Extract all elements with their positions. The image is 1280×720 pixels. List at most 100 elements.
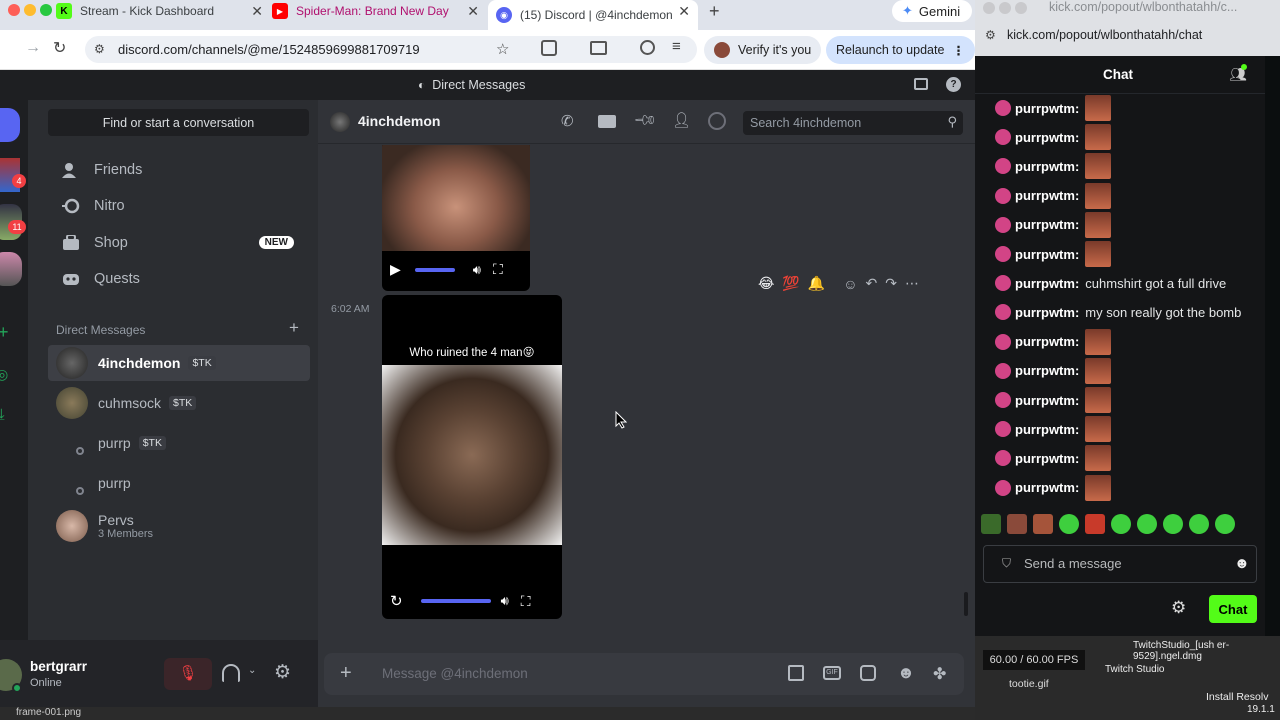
chat-username[interactable]: purrpwtm: (1015, 363, 1079, 378)
video-progress-bar[interactable] (420, 599, 491, 603)
desktop-file[interactable]: tootie.gif (1009, 678, 1049, 690)
attach-plus-icon[interactable]: + (340, 662, 352, 685)
verify-identity-chip[interactable]: Verify it's you (704, 36, 822, 64)
channel-name[interactable]: 4inchdemon (358, 113, 440, 129)
emote-button[interactable] (1007, 514, 1027, 534)
emoji-picker-icon[interactable]: ☻ (1234, 555, 1250, 572)
apps-icon[interactable]: ✤ (933, 664, 946, 684)
replay-icon[interactable]: ↻ (390, 592, 403, 610)
close-tab-icon[interactable]: ✕ (251, 3, 263, 20)
site-info-icon[interactable]: ⚙ (985, 28, 996, 42)
pinned-messages-icon[interactable]: 📌︎ (632, 107, 658, 133)
tab-spiderman[interactable]: ▶ Spider-Man: Brand New Day ✕ (272, 0, 487, 22)
close-window-button[interactable] (8, 4, 20, 16)
gemini-button[interactable]: ✦ Gemini (892, 0, 972, 22)
find-conversation-button[interactable]: Find or start a conversation (48, 109, 309, 136)
inbox-icon[interactable] (914, 78, 928, 90)
server-icon[interactable] (0, 252, 22, 286)
chat-username[interactable]: purrpwtm: (1015, 130, 1079, 145)
dm-item-purrp-2[interactable]: purrp (48, 465, 310, 501)
new-tab-button[interactable]: + (709, 1, 720, 22)
close-tab-icon[interactable]: ✕ (467, 3, 479, 20)
reaction-100[interactable]: 💯 (782, 275, 799, 292)
forward-icon[interactable]: ↷ (885, 275, 897, 292)
chat-username[interactable]: purrpwtm: (1015, 101, 1079, 116)
minimize-window-button[interactable] (24, 4, 36, 16)
emote-button[interactable] (981, 514, 1001, 534)
scrollbar-thumb[interactable] (964, 592, 968, 616)
reaction-bell[interactable]: 🔔 (808, 275, 825, 292)
close-tab-icon[interactable]: ✕ (678, 3, 690, 20)
emote-button[interactable] (1111, 514, 1131, 534)
message-input[interactable]: + Message @4inchdemon GIF ☻ ✤ (324, 653, 964, 695)
chat-username[interactable]: purrpwtm: (1015, 188, 1079, 203)
more-options-icon[interactable]: ⋯ (905, 275, 919, 292)
menu-dots-icon[interactable]: ⋮ (952, 43, 965, 58)
volume-icon[interactable]: 🔊︎ (473, 262, 481, 278)
chat-username[interactable]: purrpwtm: (1015, 247, 1079, 262)
video-call-icon[interactable] (598, 115, 616, 128)
tab-kick-dashboard[interactable]: K Stream - Kick Dashboard ✕ (56, 0, 271, 22)
discord-home-icon[interactable] (0, 108, 20, 142)
bookmark-star-icon[interactable]: ☆ (496, 40, 509, 58)
mute-microphone-icon[interactable]: 🎙︎ (164, 658, 212, 690)
emote-button[interactable] (1189, 514, 1209, 534)
nav-nitro[interactable]: Nitro (48, 189, 310, 223)
gif-icon[interactable]: GIF (823, 666, 841, 680)
minimize-window-button[interactable] (999, 2, 1011, 14)
video-attachment[interactable]: Who ruined the 4 man😝 ↻ 🔊︎ ⛶ (382, 295, 562, 619)
extensions-icon[interactable] (541, 40, 557, 56)
chat-username[interactable]: purrpwtm: (1015, 305, 1079, 320)
chat-username[interactable]: purrpwtm: (1015, 276, 1079, 291)
emote-button[interactable] (1215, 514, 1235, 534)
download-icon[interactable]: ⤓ (0, 406, 5, 423)
volume-icon[interactable]: 🔊︎ (501, 593, 509, 609)
dm-item-cuhmsock[interactable]: cuhmsock $TK (48, 385, 310, 421)
performance-icon[interactable] (640, 40, 655, 55)
nav-friends[interactable]: Friends (48, 153, 310, 187)
chat-username[interactable]: purrpwtm: (1015, 451, 1079, 466)
nav-shop[interactable]: Shop NEW (48, 226, 310, 260)
chevron-down-icon[interactable]: ⌄ (248, 665, 256, 676)
add-reaction-icon[interactable]: ☺ (843, 276, 857, 292)
chat-username[interactable]: purrpwtm: (1015, 422, 1079, 437)
user-profile-icon[interactable] (708, 112, 726, 130)
desktop-file[interactable]: Install Resolv (1206, 691, 1268, 703)
kick-message-input[interactable]: ⛉ Send a message ☻ (983, 545, 1257, 583)
desktop-file[interactable]: frame-001.png (16, 707, 81, 718)
play-icon[interactable]: ▶ (390, 261, 401, 278)
chat-username[interactable]: purrpwtm: (1015, 393, 1079, 408)
forward-icon[interactable]: → (25, 39, 41, 57)
chat-username[interactable]: purrpwtm: (1015, 334, 1079, 349)
chat-settings-gear-icon[interactable]: ⚙ (1171, 598, 1186, 618)
voice-call-icon[interactable]: ✆ (561, 112, 574, 130)
fullscreen-icon[interactable]: ⛶ (521, 593, 531, 610)
site-info-icon[interactable]: ⚙ (94, 42, 105, 56)
emote-button[interactable] (1033, 514, 1053, 534)
zoom-window-button[interactable] (40, 4, 52, 16)
fullscreen-icon[interactable]: ⛶ (493, 261, 503, 278)
desktop-file[interactable]: TwitchStudio_[ush er-9529].ngel.dmg (1133, 640, 1263, 662)
reload-icon[interactable]: ↻ (53, 38, 66, 58)
chat-username[interactable]: purrpwtm: (1015, 159, 1079, 174)
media-controls-icon[interactable]: ≡ (672, 38, 681, 55)
chat-username[interactable]: purrpwtm: (1015, 480, 1079, 495)
search-input[interactable]: Search 4inchdemon ⚲ (743, 111, 963, 135)
zoom-window-button[interactable] (1015, 2, 1027, 14)
settings-gear-icon[interactable]: ⚙ (274, 661, 291, 684)
emote-button[interactable] (1059, 514, 1079, 534)
reply-icon[interactable]: ↶ (866, 275, 878, 292)
create-dm-icon[interactable]: + (289, 318, 299, 338)
dm-item-pervs[interactable]: Pervs 3 Members (48, 505, 310, 547)
relaunch-chip[interactable]: Relaunch to update ⋮ (826, 36, 975, 64)
add-friends-icon[interactable]: 👤︎ (672, 111, 691, 129)
tab-discord[interactable]: ◉ (15) Discord | @4inchdemon ✕ (488, 0, 698, 30)
emoji-icon[interactable]: ☻ (897, 663, 915, 683)
dm-item-4inchdemon[interactable]: 4inchdemon $TK (48, 345, 310, 381)
emote-button[interactable] (1163, 514, 1183, 534)
reaction-laugh[interactable]: 😂 (758, 275, 774, 292)
add-server-icon[interactable]: + (0, 322, 9, 343)
emote-button[interactable] (1085, 514, 1105, 534)
nav-quests[interactable]: Quests (48, 262, 310, 296)
send-chat-button[interactable]: Chat (1209, 595, 1257, 623)
